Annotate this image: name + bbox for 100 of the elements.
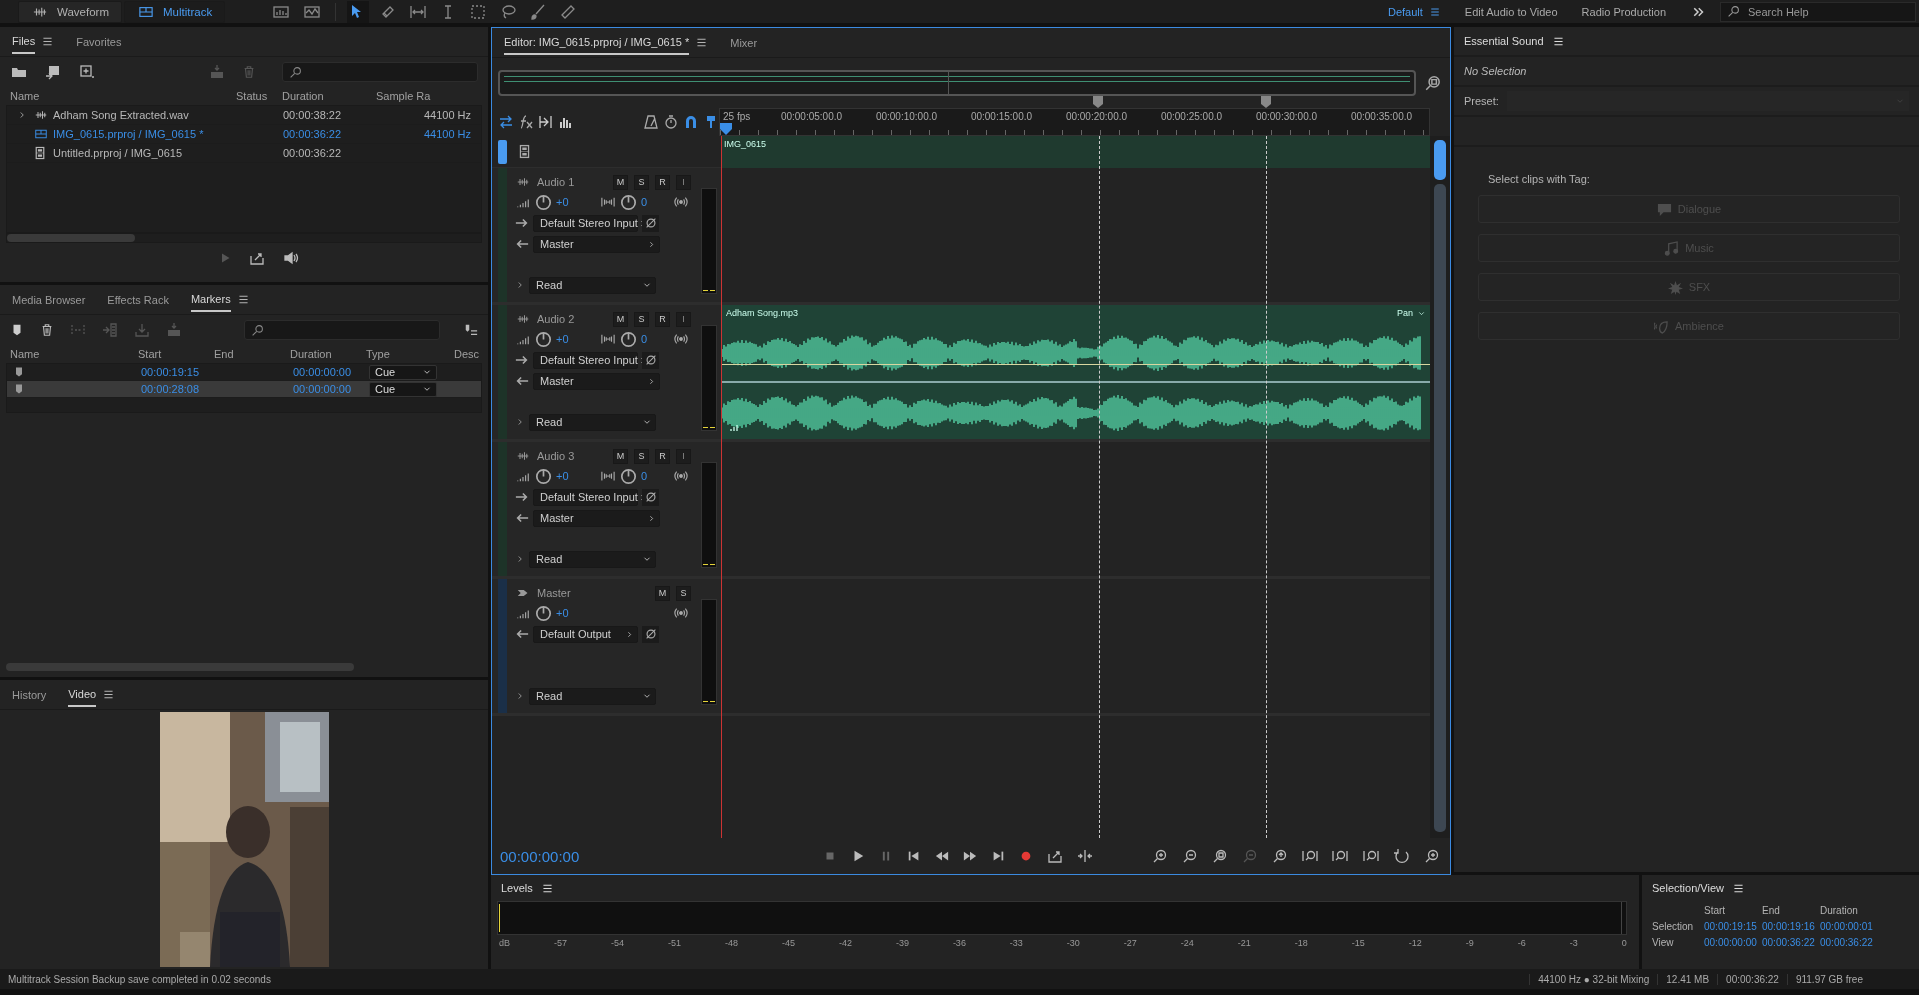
pan-knob[interactable] [620,330,637,348]
envelope-label[interactable]: Pan [1397,308,1413,318]
volume-knob[interactable] [535,330,552,348]
horizontal-scrollbar[interactable] [7,234,135,242]
output-dropdown[interactable]: Master [533,235,660,253]
time-value[interactable]: 00:00:00:01 [1820,921,1919,932]
pan-value[interactable]: 0 [641,470,669,482]
radio-icon[interactable] [673,606,689,620]
file-row[interactable]: Adham Song Extracted.wav 00:00:38:22 44100 Hz [7,106,481,125]
marker-handle[interactable] [1093,96,1104,108]
speaker-icon[interactable] [283,250,299,266]
panel-tab[interactable]: Files [12,29,36,54]
swap-icon[interactable] [498,114,514,130]
arrow-tool-icon[interactable] [350,3,367,20]
zoom-in-icon[interactable] [1302,848,1318,864]
search-field[interactable] [244,320,440,340]
file-row[interactable]: IMG_0615.prproj / IMG_0615 * 00:00:36:22 44100 Hz [7,125,481,144]
file-name[interactable]: IMG_0615.prproj / IMG_0615 * [53,128,283,140]
spectral-view-icon[interactable] [303,3,322,20]
output-dropdown[interactable]: Master [533,509,660,527]
import-icon[interactable] [44,64,62,80]
file-name[interactable]: Untitled.prproj / IMG_0615 [53,147,283,159]
column-header[interactable]: End [214,348,290,360]
automation-dropdown[interactable]: Read [529,276,656,294]
reset-icon[interactable] [1394,848,1410,864]
column-header[interactable]: Name [10,90,236,102]
panel-title[interactable]: Levels [501,882,533,894]
workspace-tab[interactable]: Default [1376,5,1453,18]
scroll-track[interactable] [1434,184,1446,832]
panel-tab[interactable]: Favorites [76,30,122,53]
time-value[interactable]: 00:00:19:15 [1704,921,1762,932]
zoom-fit-icon[interactable] [1212,848,1228,864]
overview-bar[interactable] [498,70,1416,96]
automation-dropdown[interactable]: Read [529,687,656,705]
menu-icon[interactable] [695,36,709,49]
track-name[interactable]: Audio 1 [537,176,607,188]
zoom-in-icon[interactable] [1424,848,1440,864]
mode-button[interactable]: Multitrack [124,0,226,23]
zoom-out-icon[interactable] [1332,848,1348,864]
output-dropdown[interactable]: Master [533,372,660,390]
panel-tab[interactable]: Video [68,682,97,707]
pan-knob[interactable] [620,193,637,211]
timecode[interactable]: 00:00:00:00 [500,847,823,865]
time-value[interactable]: 00:00:36:22 [1762,937,1820,948]
send-icon[interactable] [538,114,554,130]
search-field[interactable] [282,62,478,82]
automation-dropdown[interactable]: Read [529,413,656,431]
track-button[interactable]: M [655,585,670,601]
marker-row[interactable]: 00:00:28:08 00:00:00:00 Cue [7,381,481,398]
panel-tab[interactable]: Media Browser [12,288,86,311]
track-button[interactable]: R [655,448,670,464]
track-button[interactable]: S [634,311,649,327]
column-header[interactable]: Sample Ra [376,90,478,102]
mode-button[interactable]: Waveform [18,0,122,23]
video-clip[interactable]: IMG_0615 [722,136,1430,168]
type-dropdown[interactable]: Cue [369,364,437,380]
column-header[interactable]: Type [366,348,454,360]
bandage-icon[interactable] [560,3,577,20]
more-icon[interactable] [1692,5,1704,18]
panel-title[interactable]: Selection/View [1652,882,1724,894]
new-file-icon[interactable] [78,64,96,80]
automation-dropdown[interactable]: Read [529,550,656,568]
magnet-icon[interactable] [683,114,699,130]
phase-icon[interactable] [643,216,658,230]
track-button[interactable]: M [613,174,628,190]
loop-icon[interactable] [1047,848,1063,864]
zoom-in-icon[interactable] [1362,848,1380,864]
track-name[interactable]: Audio 2 [537,313,607,325]
volume-value[interactable]: +0 [556,607,596,619]
file-name[interactable]: Adham Song Extracted.wav [53,109,283,121]
lasso-icon[interactable] [500,3,517,20]
zoom-icon[interactable] [1424,74,1442,92]
skip-to-end-icon[interactable] [991,849,1005,863]
zoom-out-icon[interactable] [1182,848,1198,864]
metronome-icon[interactable] [643,114,659,130]
meter-view-icon[interactable] [273,3,290,20]
time-ruler[interactable]: 25 fps 00:00:05:00.0 00:00:10:00.0 00:00:15:00.0 00:00:20:00.0 00:00:25:00.0 00:00:30:00.0 00:00:35:00.0 [719,108,1430,136]
phase-icon[interactable] [643,353,658,367]
panel-tab[interactable]: Mixer [730,31,758,54]
panel-tab[interactable]: History [12,683,47,706]
volume-value[interactable]: +0 [556,196,596,208]
volume-knob[interactable] [535,193,552,211]
search-field[interactable]: Search Help [1720,1,1916,22]
file-row[interactable]: Untitled.prproj / IMG_0615 00:00:36:22 [7,144,481,163]
volume-value[interactable]: +0 [556,470,596,482]
column-header[interactable]: Name [10,348,138,360]
menu-icon[interactable] [41,35,55,48]
zoom-selection-icon[interactable] [1272,848,1288,864]
time-value[interactable]: 00:00:19:16 [1762,921,1820,932]
phase-icon[interactable] [643,490,658,504]
pan-value[interactable]: 0 [641,333,669,345]
clock-icon[interactable] [663,114,679,130]
column-header[interactable]: Desc [454,348,480,360]
type-dropdown[interactable]: Cue [369,381,437,397]
double-arrow-icon[interactable] [410,3,427,20]
skip-to-start-icon[interactable] [907,849,921,863]
menu-icon[interactable] [236,293,250,306]
marker-handle[interactable] [1261,96,1272,108]
panel-tab[interactable]: Effects Rack [107,288,169,311]
pan-value[interactable]: 0 [641,196,669,208]
